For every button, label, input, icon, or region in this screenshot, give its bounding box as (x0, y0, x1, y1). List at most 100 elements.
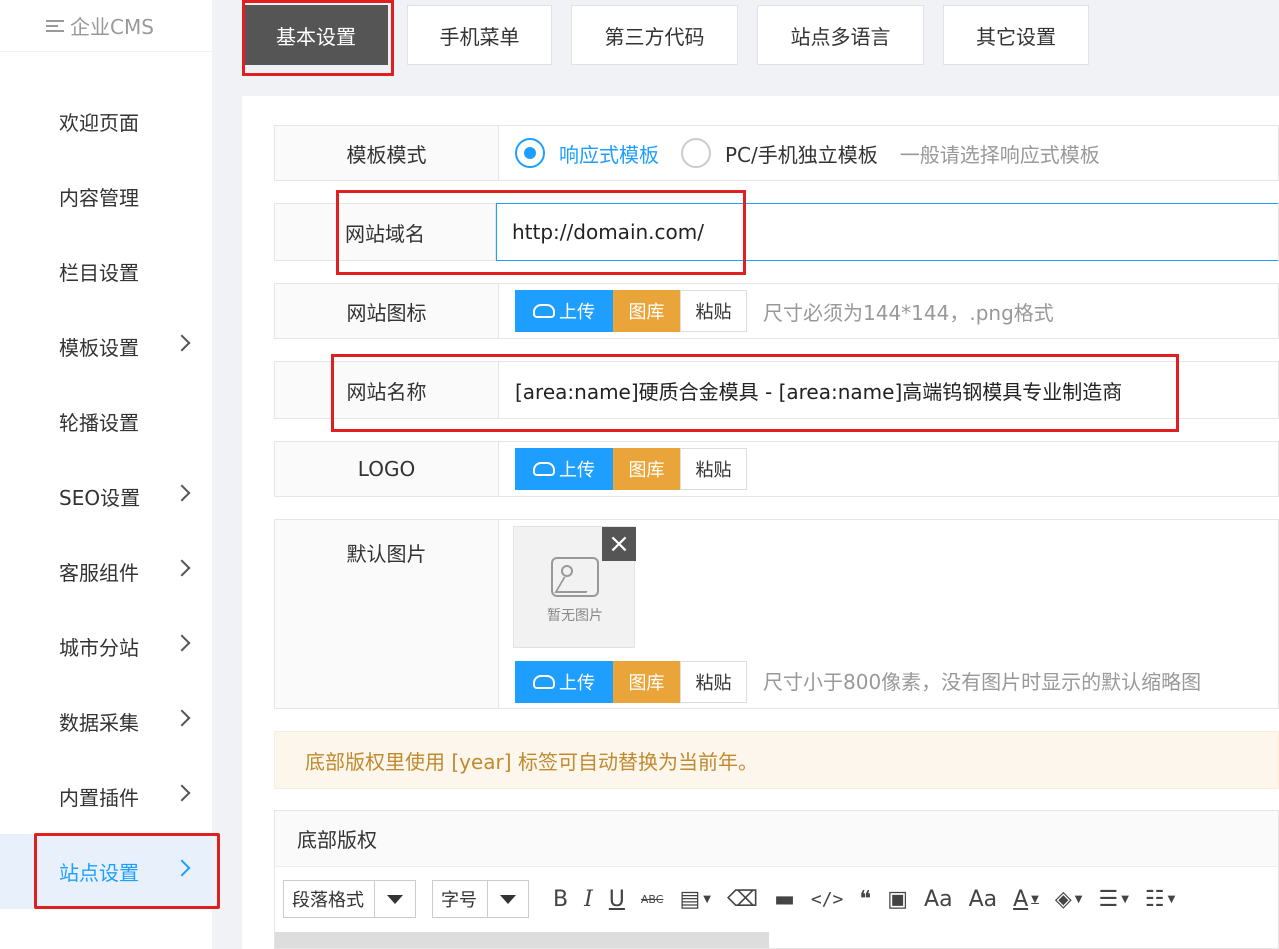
paragraph-format-select[interactable]: 段落格式 (283, 880, 416, 918)
font-size-up-icon[interactable]: Aa (924, 887, 953, 912)
sidebar-item-label: 模板设置 (59, 336, 139, 360)
brand-title: 企业CMS (70, 15, 154, 39)
fill-color-icon[interactable]: ◈ ▼ (1055, 887, 1083, 912)
template-mode-label: 模板模式 (275, 126, 499, 180)
site-name-row: 网站名称 [area:name]硬质合金模具 - [area:name]高端钨钢… (274, 361, 1279, 419)
eraser-icon[interactable]: ⌫ (727, 887, 758, 912)
sidebar-item-plugins[interactable]: 内置插件 (0, 759, 212, 834)
paste-icon[interactable]: ▣ (887, 887, 908, 912)
domain-input[interactable]: http://domain.com/ (496, 203, 1278, 261)
logo-buttons: 上传 图库 粘贴 (515, 448, 747, 490)
font-size-value: 字号 (433, 881, 488, 917)
sidebar-item-label: 欢迎页面 (59, 111, 139, 135)
underline-icon[interactable]: U (609, 887, 625, 912)
radio-label: PC/手机独立模板 (725, 142, 878, 167)
favicon-hint: 尺寸必须为144*144，.png格式 (763, 300, 1054, 325)
image-placeholder-icon (551, 557, 599, 597)
default-image-thumbnail: 暂无图片 × (513, 526, 636, 648)
close-icon[interactable]: × (602, 527, 636, 561)
sidebar-item-scraping[interactable]: 数据采集 (0, 684, 212, 759)
sidebar-nav: 欢迎页面 内容管理 栏目设置 模板设置 轮播设置 SEO设置 客服组件 城市分站… (0, 84, 220, 909)
logo-label: LOGO (275, 442, 499, 496)
sidebar-item-carousel[interactable]: 轮播设置 (0, 384, 212, 459)
sidebar-item-label: 客服组件 (59, 561, 139, 585)
editor-title: 底部版权 (275, 811, 1278, 867)
tab-third-party-code[interactable]: 第三方代码 (571, 5, 738, 65)
editor-scrollbar[interactable] (275, 932, 769, 948)
bold-icon[interactable]: B (553, 887, 568, 912)
caret-down-icon (488, 894, 528, 904)
domain-row: 网站域名 http://domain.com/ (274, 203, 1279, 261)
upload-label: 上传 (559, 302, 595, 323)
sidebar-item-service[interactable]: 客服组件 (0, 534, 212, 609)
sidebar-item-label: 内容管理 (59, 186, 139, 210)
tab-multilanguage[interactable]: 站点多语言 (757, 5, 924, 65)
favicon-paste-button[interactable]: 粘贴 (680, 290, 747, 332)
unordered-list-icon[interactable]: ☷ ▼ (1145, 887, 1175, 912)
cloud-upload-icon (533, 304, 555, 318)
caret-down-icon (375, 894, 415, 904)
code-icon[interactable]: </> (811, 889, 844, 910)
tab-mobile-menu[interactable]: 手机菜单 (407, 5, 552, 65)
editor-toolbar: 段落格式 字号 B I U ABC ▤ ▼ ⌫ ▬ </> ❝ ▣ Aa Aa A… (275, 867, 1278, 931)
chevron-right-icon (173, 709, 191, 727)
chevron-right-icon (173, 559, 191, 577)
favicon-buttons: 上传 图库 粘贴 (515, 290, 747, 332)
upload-label: 上传 (559, 460, 595, 481)
sidebar-item-label: 轮播设置 (59, 411, 139, 435)
chevron-right-icon (173, 859, 191, 877)
sidebar-item-seo[interactable]: SEO设置 (0, 459, 212, 534)
favicon-gallery-button[interactable]: 图库 (613, 290, 680, 332)
upload-label: 上传 (559, 673, 595, 694)
favicon-row: 网站图标 上传 图库 粘贴 尺寸必须为144*144，.png格式 (274, 283, 1279, 339)
sidebar: 企业CMS 欢迎页面 内容管理 栏目设置 模板设置 轮播设置 SEO设置 客服组… (0, 0, 220, 949)
copyright-editor: 底部版权 段落格式 字号 B I U ABC ▤ ▼ ⌫ ▬ </> ❝ ▣ Aa… (274, 810, 1279, 949)
logo-upload-button[interactable]: 上传 (515, 448, 613, 490)
quote-icon[interactable]: ❝ (859, 887, 871, 912)
block-style-icon[interactable]: ▤ ▼ (679, 887, 711, 912)
template-mode-hint: 一般请选择响应式模板 (899, 142, 1100, 167)
default-image-gallery-button[interactable]: 图库 (613, 661, 680, 703)
sidebar-item-city-sites[interactable]: 城市分站 (0, 609, 212, 684)
notice-text: 底部版权里使用 [year] 标签可自动替换为当前年。 (305, 749, 758, 774)
logo-gallery-button[interactable]: 图库 (613, 448, 680, 490)
year-tag-notice: 底部版权里使用 [year] 标签可自动替换为当前年。 (274, 731, 1279, 789)
sidebar-item-label: 内置插件 (59, 786, 139, 810)
sidebar-item-site-settings[interactable]: 站点设置 (0, 833, 220, 909)
strikethrough-icon[interactable]: ABC (641, 893, 664, 906)
radio-separate[interactable]: PC/手机独立模板 (681, 138, 878, 168)
domain-label: 网站域名 (275, 204, 496, 260)
cloud-upload-icon (533, 462, 555, 476)
default-image-upload-button[interactable]: 上传 (515, 661, 613, 703)
sidebar-item-label: 栏目设置 (59, 261, 139, 285)
sidebar-item-welcome[interactable]: 欢迎页面 (0, 84, 212, 159)
no-image-text: 暂无图片 (547, 608, 603, 624)
sidebar-item-templates[interactable]: 模板设置 (0, 309, 212, 384)
chevron-right-icon (173, 784, 191, 802)
chevron-right-icon (173, 634, 191, 652)
font-size-select[interactable]: 字号 (432, 880, 529, 918)
ordered-list-icon[interactable]: ☰ ▼ (1098, 887, 1128, 912)
radio-unchecked-icon (681, 138, 711, 168)
radio-responsive[interactable]: 响应式模板 (515, 138, 659, 168)
logo-paste-button[interactable]: 粘贴 (680, 448, 747, 490)
default-image-paste-button[interactable]: 粘贴 (680, 661, 747, 703)
sidebar-item-label: SEO设置 (59, 486, 141, 510)
sidebar-item-label: 站点设置 (59, 861, 139, 885)
tab-other[interactable]: 其它设置 (943, 5, 1089, 65)
sidebar-item-label: 数据采集 (59, 711, 139, 735)
font-color-icon[interactable]: A ▼ (1013, 887, 1039, 912)
chevron-right-icon (173, 334, 191, 352)
stamp-icon[interactable]: ▬ (774, 887, 795, 912)
sidebar-item-columns[interactable]: 栏目设置 (0, 234, 212, 309)
brand[interactable]: 企业CMS (0, 0, 212, 52)
sidebar-item-content[interactable]: 内容管理 (0, 159, 212, 234)
menu-icon[interactable] (46, 17, 64, 35)
sidebar-item-label: 城市分站 (59, 636, 139, 660)
radio-label: 响应式模板 (559, 142, 659, 167)
site-name-input[interactable]: [area:name]硬质合金模具 - [area:name]高端钨钢模具专业制… (515, 376, 1122, 405)
font-size-down-icon[interactable]: Aa (969, 887, 998, 912)
logo-row: LOGO 上传 图库 粘贴 (274, 441, 1279, 497)
italic-icon[interactable]: I (584, 887, 593, 912)
favicon-upload-button[interactable]: 上传 (515, 290, 613, 332)
